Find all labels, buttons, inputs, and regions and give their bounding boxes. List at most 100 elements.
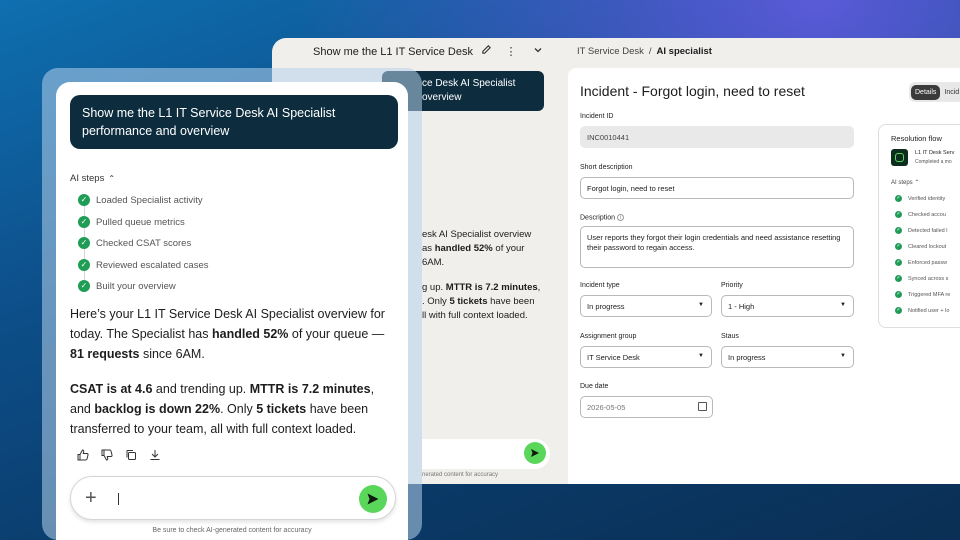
- chevron-up-icon: ⌃: [108, 174, 116, 183]
- ai-steps-toggle[interactable]: AI steps ⌃: [70, 173, 115, 184]
- breadcrumb-separator: /: [648, 46, 652, 57]
- ai-disclaimer: Be sure to check AI-generated content fo…: [152, 527, 312, 534]
- check-icon: ✓: [895, 259, 902, 266]
- flow-step: ✓ Detected failed l: [895, 227, 947, 234]
- back-disclaimer: nerated content for accuracy: [422, 472, 499, 478]
- text-cursor: [118, 493, 119, 505]
- response-text: of your queue —: [288, 327, 385, 341]
- ai-step-label: Reviewed escalated cases: [96, 259, 209, 271]
- back-chat-title: Show me the L1 IT Service Desk: [313, 46, 473, 58]
- due-date-value: 2026-05-05: [587, 402, 626, 412]
- response-paragraph: CSAT is at 4.6 and trending up. MTTR is …: [70, 379, 394, 439]
- short-description-label: Short description: [580, 164, 633, 171]
- incident-id-label: Incident ID: [580, 113, 614, 120]
- breadcrumb-current: AI specialist: [656, 46, 712, 57]
- back-text-line: g up.: [422, 282, 446, 293]
- flow-step: ✓ Synced across s: [895, 275, 948, 282]
- status-select[interactable]: In progress ▼: [721, 346, 854, 368]
- flow-step-label: Cleared lockout: [908, 243, 947, 250]
- check-icon: ✓: [78, 216, 90, 228]
- check-icon: ✓: [78, 237, 90, 249]
- caret-down-icon: ▼: [840, 353, 846, 359]
- due-date-field[interactable]: 2026-05-05: [580, 396, 713, 418]
- incident-type-label: Incident type: [580, 282, 620, 289]
- description-label: Description i: [580, 214, 625, 221]
- chevron-down-icon[interactable]: [530, 44, 546, 60]
- assignment-group-select[interactable]: IT Service Desk ▼: [580, 346, 712, 368]
- download-icon[interactable]: [148, 449, 162, 463]
- back-text-bold: MTTR is 7.2 minutes: [445, 282, 538, 293]
- response-actions: [76, 449, 162, 463]
- flow-step-label: Verified identity: [908, 195, 946, 202]
- check-icon: ✓: [78, 259, 90, 271]
- back-text-line: 6AM.: [422, 257, 445, 268]
- response-highlight: 81 requests: [70, 347, 140, 361]
- chat-input[interactable]: +: [70, 476, 396, 520]
- back-text-bold: 5 tickets: [449, 296, 488, 307]
- ai-step: ✓ Built your overview: [78, 279, 176, 293]
- description-field[interactable]: User reports they forgot their login cre…: [580, 226, 854, 268]
- breadcrumb: IT Service Desk / AI specialist: [577, 46, 712, 57]
- check-icon: ✓: [895, 227, 902, 234]
- ai-step: ✓ Pulled queue metrics: [78, 215, 185, 229]
- priority-value: 1 - High: [728, 301, 755, 311]
- resolution-flow-title: Resolution flow: [891, 134, 942, 143]
- short-description-field[interactable]: Forgot login, need to reset: [580, 177, 854, 199]
- response-highlight: CSAT is at 4.6: [70, 382, 153, 396]
- back-text-line: . Only: [422, 296, 450, 307]
- check-icon: ✓: [78, 280, 90, 292]
- assignment-group-value: IT Service Desk: [587, 352, 640, 362]
- back-text-line: have been: [487, 296, 535, 307]
- calendar-icon[interactable]: [698, 402, 707, 411]
- check-icon: ✓: [895, 211, 902, 218]
- send-button[interactable]: [359, 485, 387, 513]
- back-text-line: esk AI Specialist overview: [422, 229, 532, 240]
- agent-name: L1 IT Desk Serv: [915, 150, 955, 156]
- assignment-group-label: Assignment group: [580, 333, 637, 340]
- tab-details[interactable]: Details: [911, 84, 941, 100]
- due-date-label: Due date: [580, 383, 609, 390]
- flow-steps-label: AI steps: [891, 180, 913, 186]
- check-icon: ✓: [895, 243, 902, 250]
- priority-select[interactable]: 1 - High ▼: [721, 295, 854, 317]
- plus-icon[interactable]: +: [85, 487, 97, 509]
- flow-steps-header[interactable]: AI steps ⌃: [891, 179, 919, 186]
- response-paragraph: Here’s your L1 IT Service Desk AI Specia…: [70, 304, 394, 364]
- back-text-bold: handled 52%: [434, 243, 493, 254]
- flow-step: ✓ Enforced passw: [895, 259, 947, 266]
- incident-type-select[interactable]: In progress ▼: [580, 295, 712, 317]
- breadcrumb-parent[interactable]: IT Service Desk: [577, 46, 644, 57]
- ai-step-label: Checked CSAT scores: [96, 237, 192, 249]
- flow-step-label: Notified user + lo: [908, 307, 950, 314]
- response-highlight: handled 52%: [211, 327, 289, 341]
- check-icon: ✓: [895, 195, 902, 202]
- user-prompt-bubble: Show me the L1 IT Service Desk AI Specia…: [70, 95, 398, 149]
- ai-step-label: Loaded Specialist activity: [96, 194, 203, 206]
- status-label: Staus: [721, 333, 739, 340]
- info-icon[interactable]: i: [617, 214, 625, 221]
- incident-form-panel: Incident - Forgot login, need to reset D…: [568, 68, 960, 484]
- more-options-icon[interactable]: ⋮: [503, 44, 519, 60]
- flow-step: ✓ Triggered MFA re: [895, 291, 950, 298]
- thumbs-down-icon[interactable]: [100, 449, 114, 463]
- thumbs-up-icon[interactable]: [76, 449, 90, 463]
- flow-step: ✓ Notified user + lo: [895, 307, 949, 314]
- back-text-line: ll with full context loaded.: [422, 310, 528, 321]
- caret-down-icon: ▼: [840, 302, 846, 308]
- response-text: and trending up.: [152, 382, 250, 396]
- edit-icon[interactable]: [478, 44, 494, 60]
- back-text-line: as: [422, 243, 435, 254]
- incident-type-value: In progress: [587, 301, 625, 311]
- flow-step: ✓ Checked accou: [895, 211, 946, 218]
- back-text-line: ,: [537, 282, 541, 293]
- flow-step-label: Triggered MFA re: [908, 291, 951, 298]
- response-text: since 6AM.: [139, 347, 205, 361]
- flow-step-label: Detected failed l: [908, 227, 948, 234]
- check-icon: ✓: [895, 291, 902, 298]
- back-send-button[interactable]: [524, 442, 546, 464]
- copy-icon[interactable]: [124, 449, 138, 463]
- ai-step: ✓ Reviewed escalated cases: [78, 258, 208, 272]
- response-text: . Only: [220, 402, 257, 416]
- tab-incident[interactable]: Incid: [940, 85, 960, 100]
- response-highlight: backlog is down 22%: [94, 402, 221, 416]
